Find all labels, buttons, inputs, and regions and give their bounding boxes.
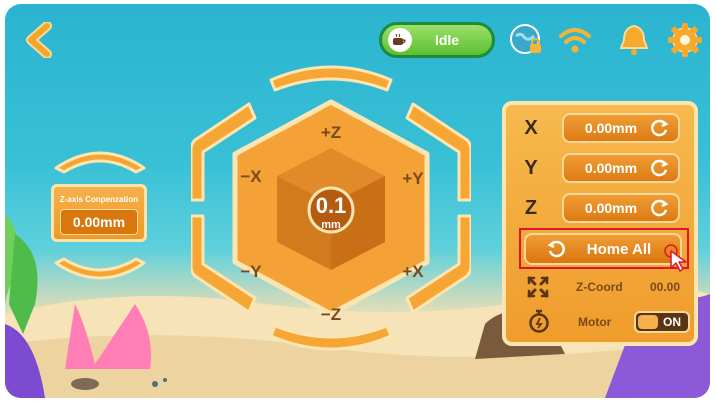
jog-step-value: 0.1 bbox=[316, 193, 347, 218]
jog-minus-z[interactable]: −Z bbox=[321, 305, 341, 324]
axis-x-label: X bbox=[524, 117, 538, 139]
cursor-pointer-icon bbox=[664, 244, 687, 272]
z-comp-panel: Z-axis Conpenzation 0.00mm bbox=[51, 184, 147, 242]
refresh-icon bbox=[651, 199, 669, 217]
motor-state: ON bbox=[663, 315, 681, 329]
axis-y-label: Y bbox=[524, 157, 538, 179]
z-comp-label: Z-axis Conpenzation bbox=[59, 195, 139, 204]
wifi-icon[interactable] bbox=[557, 22, 593, 58]
status-badge: Idle bbox=[379, 22, 495, 58]
axis-y-reset-button[interactable]: 0.00mm bbox=[562, 153, 680, 183]
coffee-cup-icon bbox=[388, 28, 412, 52]
jog-control: 0.1 mm +Z −Z −X +Y −Y +X bbox=[191, 65, 471, 351]
z-comp-down-button[interactable] bbox=[52, 257, 148, 289]
jog-plus-z[interactable]: +Z bbox=[321, 123, 341, 142]
z-coord-value: 00.00 bbox=[650, 280, 681, 294]
jog-minus-y[interactable]: −Y bbox=[240, 262, 262, 281]
axis-z-reset-button[interactable]: 0.00mm bbox=[562, 193, 680, 223]
axis-x-reset-button[interactable]: 0.00mm bbox=[562, 113, 680, 143]
back-chevron-icon[interactable] bbox=[23, 22, 55, 58]
axis-z-value: 0.00mm bbox=[584, 200, 638, 216]
jog-plus-y[interactable]: +Y bbox=[402, 169, 424, 188]
jog-ring-bottom bbox=[269, 324, 393, 351]
axis-z-label: Z bbox=[524, 197, 538, 219]
status-label: Idle bbox=[434, 32, 460, 48]
gear-icon[interactable] bbox=[667, 22, 703, 58]
z-comp-value: 0.00mm bbox=[72, 214, 126, 230]
motor-toggle[interactable]: ON bbox=[634, 311, 690, 333]
motor-label: Motor bbox=[578, 315, 612, 329]
stopwatch-icon bbox=[529, 309, 549, 333]
refresh-icon bbox=[651, 119, 669, 137]
app-screen: Idle Z-axis Conpenzation 0.00mm 0.1 mm +… bbox=[5, 4, 710, 398]
jog-minus-x[interactable]: −X bbox=[240, 167, 262, 186]
z-coord-icon bbox=[527, 276, 549, 298]
refresh-icon bbox=[651, 159, 669, 177]
jog-ring-top bbox=[269, 65, 393, 92]
toggle-knob bbox=[638, 315, 658, 329]
bell-icon[interactable] bbox=[616, 22, 652, 58]
z-comp-up-button[interactable] bbox=[52, 142, 148, 174]
z-coord-label: Z-Coord bbox=[576, 280, 623, 294]
jog-step-unit: mm bbox=[321, 219, 341, 231]
axis-x-value: 0.00mm bbox=[584, 120, 638, 136]
axis-y-value: 0.00mm bbox=[584, 160, 638, 176]
network-lock-icon[interactable] bbox=[508, 22, 544, 58]
axis-panel: X 0.00mm Y 0.00mm Z 0.00mm Home All Z-Co… bbox=[502, 101, 698, 346]
jog-plus-x[interactable]: +X bbox=[402, 262, 424, 281]
